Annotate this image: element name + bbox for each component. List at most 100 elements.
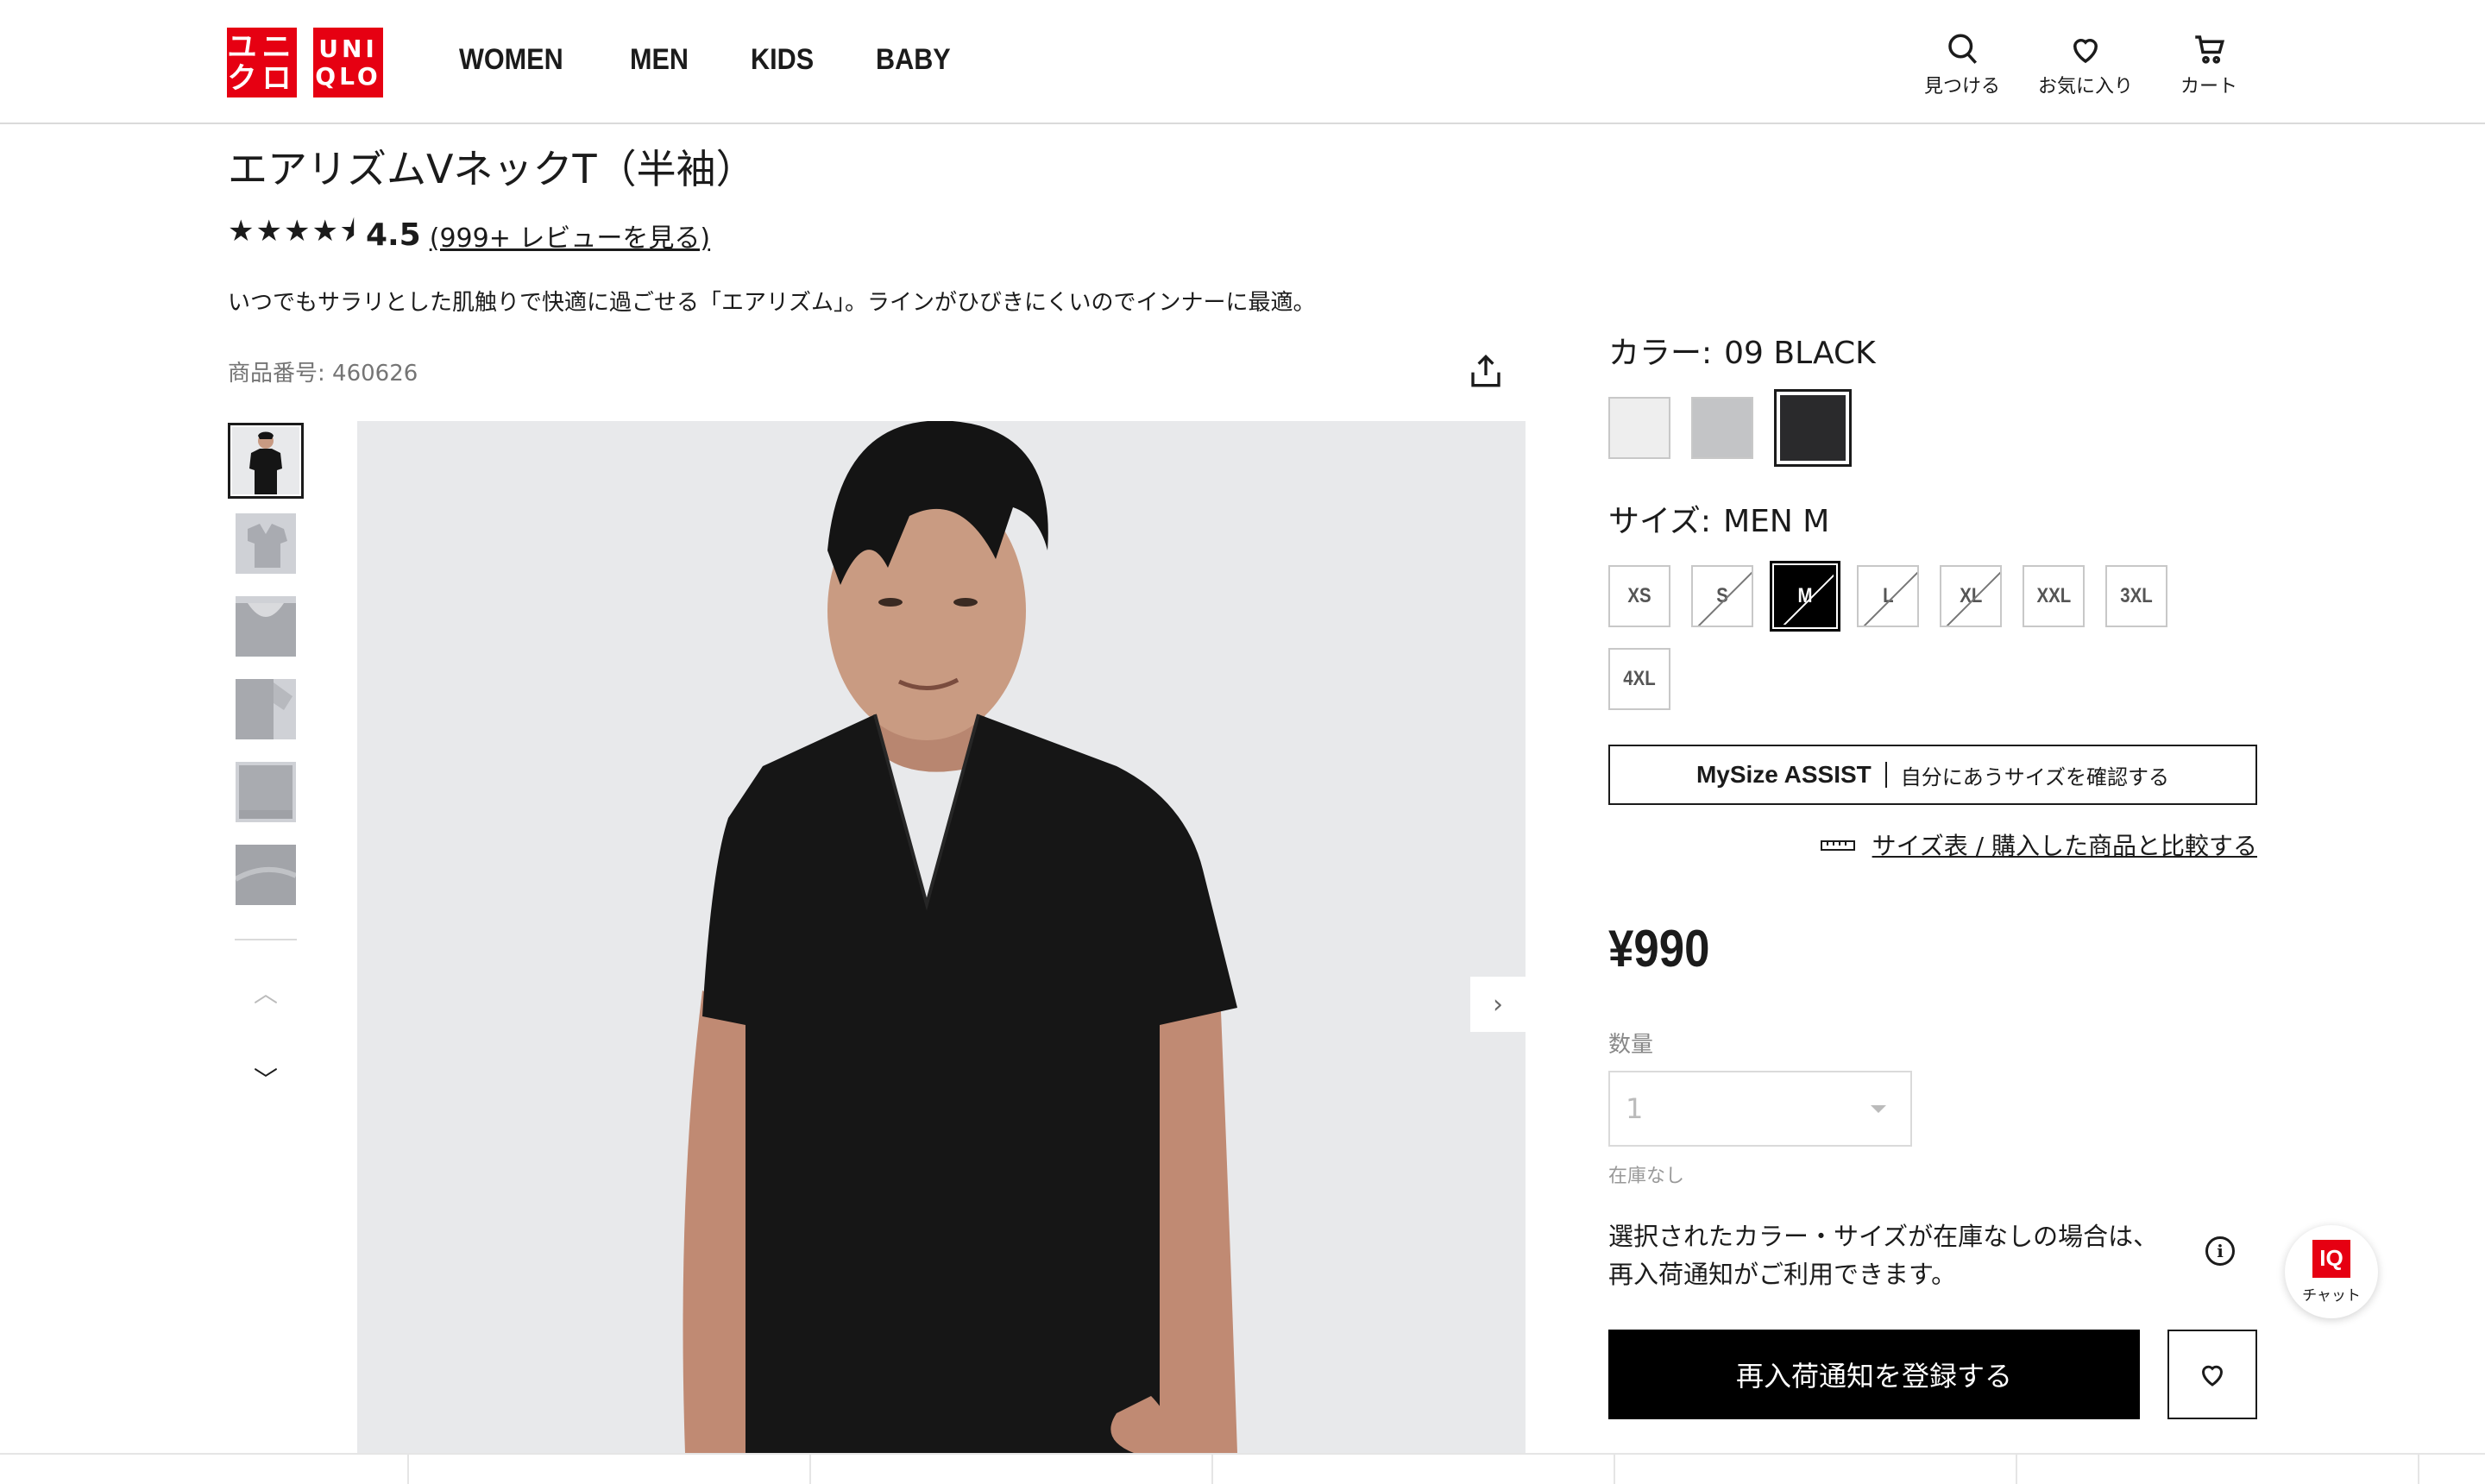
tab-divider: [1614, 1455, 1615, 1484]
search-icon: [1948, 34, 1978, 64]
tab-divider: [1211, 1455, 1213, 1484]
size-option-xxl[interactable]: XXL: [2023, 565, 2085, 627]
search-button[interactable]: 見つける: [1919, 31, 2005, 98]
color-swatches: [1608, 389, 2257, 467]
logo-en-line2: QLO: [315, 61, 381, 91]
size-chart-link[interactable]: サイズ表 / 購入した商品と比較する: [1608, 827, 2257, 862]
nav-baby[interactable]: BABY: [876, 43, 951, 77]
info-icon[interactable]: i: [2205, 1236, 2235, 1266]
product-main-image: [357, 421, 1526, 1453]
size-options: XS S M L XL XXL 3XL 4XL: [1608, 561, 2230, 710]
nav-women[interactable]: WOMEN: [459, 43, 563, 77]
size-option-m[interactable]: M: [1770, 561, 1840, 632]
mysize-label: MySize ASSIST: [1695, 761, 1872, 788]
site-header: ユニ クロ UNI QLO WOMEN MEN KIDS BABY 見つける お…: [0, 0, 2485, 124]
cart-label: カート: [2180, 76, 2237, 97]
color-label: カラー: 09 BLACK: [1608, 328, 2257, 373]
logo-jp-line1: ユニ: [227, 29, 297, 65]
caret-down-icon: [1871, 1104, 1886, 1113]
mysize-divider: [1884, 762, 1887, 788]
thumbnail-item[interactable]: [228, 754, 304, 830]
favorites-label: お気に入り: [2037, 76, 2133, 97]
cta-row: 再入荷通知を登録する: [1608, 1330, 2257, 1419]
restock-notice: 選択されたカラー・サイズが在庫なしの場合は、 再入荷通知がご利用できます。 i: [1608, 1217, 2257, 1293]
product-rating: ★★★★⯨ 4.5 (999+ レビューを見る): [228, 211, 710, 260]
favorites-button[interactable]: お気に入り: [2038, 31, 2133, 98]
iq-chat-icon: IQ: [2312, 1239, 2350, 1278]
restock-register-button[interactable]: 再入荷通知を登録する: [1608, 1330, 2140, 1419]
tab-divider: [2418, 1455, 2419, 1484]
rating-stars: ★★★★⯨: [228, 214, 357, 248]
size-option-4xl[interactable]: 4XL: [1608, 648, 1670, 710]
size-label-text: サイズ:: [1608, 504, 1712, 539]
size-option-s[interactable]: S: [1691, 565, 1753, 627]
thumbnail-item[interactable]: [228, 837, 304, 913]
purchase-panel: カラー: 09 BLACK サイズ: MEN M XS S M L XL XXL 3…: [1608, 328, 2257, 1419]
notice-line1: 選択されたカラー・サイズが在庫なしの場合は、: [1608, 1222, 2159, 1251]
size-option-xs[interactable]: XS: [1608, 565, 1670, 627]
size-option-label: XXL: [2036, 584, 2071, 607]
tab-divider: [809, 1455, 811, 1484]
size-option-label: S: [1716, 584, 1728, 607]
thumbnail-item[interactable]: [228, 506, 304, 582]
main-nav: WOMEN MEN KIDS BABY: [459, 43, 959, 77]
mysize-sub-label: 自分にあうサイズを確認する: [1900, 764, 2170, 789]
chat-label: チャット: [2302, 1286, 2361, 1305]
nav-kids[interactable]: KIDS: [751, 43, 814, 77]
favorite-button[interactable]: [2167, 1330, 2257, 1419]
restock-notice-text: 選択されたカラー・サイズが在庫なしの場合は、 再入荷通知がご利用できます。: [1608, 1217, 2158, 1293]
nav-men[interactable]: MEN: [630, 43, 689, 77]
quantity-select[interactable]: 1: [1608, 1071, 1912, 1147]
size-option-label: M: [1797, 584, 1813, 607]
chat-button[interactable]: IQ チャット: [2285, 1225, 2378, 1318]
size-option-label: XS: [1627, 584, 1651, 607]
product-number: 商品番号: 460626: [228, 361, 418, 387]
chevron-down-icon[interactable]: ﹀: [228, 1061, 304, 1096]
size-option-l[interactable]: L: [1857, 565, 1919, 627]
product-description: いつでもサラリとした肌触りで快適に過ごせる「エアリズム」。ラインがひびきにくいの…: [228, 290, 1316, 316]
cart-button[interactable]: カート: [2166, 31, 2252, 98]
uniqlo-logo-jp[interactable]: ユニ クロ: [227, 28, 297, 97]
thumbnail-item[interactable]: [228, 671, 304, 747]
heart-icon: [2201, 1365, 2224, 1387]
size-label: サイズ: MEN M: [1608, 496, 2257, 541]
bottom-tab-strip: [0, 1453, 2485, 1484]
color-swatch-gray[interactable]: [1691, 397, 1753, 459]
share-icon[interactable]: [1469, 352, 1503, 390]
thumbnail-divider: [235, 939, 297, 940]
size-option-label: L: [1882, 584, 1894, 607]
selected-color: 09 BLACK: [1724, 336, 1876, 371]
product-price: ¥990: [1608, 920, 1710, 978]
search-label: 見つける: [1923, 76, 2000, 97]
reviews-link[interactable]: (999+ レビューを見る): [430, 217, 710, 255]
quantity-label: 数量: [1608, 1032, 1654, 1058]
header-actions: 見つける お気に入り カート: [1919, 31, 2252, 98]
size-chart-link-text: サイズ表 / 購入した商品と比較する: [1872, 832, 2257, 860]
tab-divider: [407, 1455, 409, 1484]
notice-line2: 再入荷通知がご利用できます。: [1608, 1260, 1957, 1289]
rating-score: 4.5: [365, 217, 421, 253]
size-option-xl[interactable]: XL: [1940, 565, 2002, 627]
color-swatch-black[interactable]: [1774, 389, 1852, 467]
thumbnail-list: ︿ ﹀: [228, 423, 304, 1096]
size-option-label: 3XL: [2120, 584, 2153, 607]
color-label-text: カラー:: [1608, 336, 1713, 371]
uniqlo-logo-en[interactable]: UNI QLO: [313, 28, 383, 97]
quantity-value: 1: [1626, 1092, 1644, 1125]
cart-icon: [2195, 35, 2225, 64]
heart-icon: [2073, 39, 2098, 64]
logo-en-line1: UNI: [318, 34, 378, 63]
size-option-label: 4XL: [1623, 667, 1656, 690]
ruler-icon: [1820, 840, 1855, 851]
thumbnail-item[interactable]: [228, 423, 304, 499]
stock-status: 在庫なし: [1608, 1166, 1685, 1187]
mysize-assist-button[interactable]: MySize ASSIST 自分にあうサイズを確認する: [1608, 745, 2257, 805]
color-swatch-white[interactable]: [1608, 397, 1670, 459]
chevron-right-icon[interactable]: ›: [1470, 977, 1526, 1032]
product-title: エアリズムVネックT（半袖）: [228, 146, 756, 192]
tab-divider: [2016, 1455, 2017, 1484]
thumbnail-item[interactable]: [228, 588, 304, 664]
chevron-up-icon[interactable]: ︿: [228, 975, 304, 1009]
size-option-3xl[interactable]: 3XL: [2105, 565, 2167, 627]
size-option-label: XL: [1959, 584, 1983, 607]
